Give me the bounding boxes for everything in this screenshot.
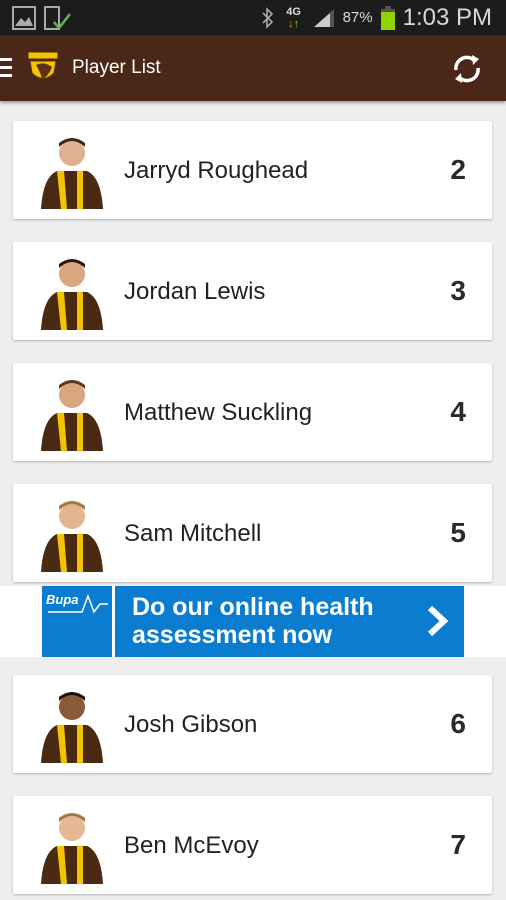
ad-line-1: Do our online health bbox=[132, 593, 374, 621]
player-photo bbox=[41, 501, 103, 572]
status-bar: 4G ↓↑ 87% 1:03 PM bbox=[0, 0, 506, 35]
player-photo bbox=[41, 380, 103, 451]
hamburger-icon[interactable] bbox=[0, 58, 12, 78]
player-photo bbox=[41, 692, 103, 763]
page-title: Player List bbox=[72, 57, 161, 78]
chevron-right-icon bbox=[427, 605, 449, 637]
player-photo bbox=[41, 259, 103, 330]
4g-data-icon: 4G ↓↑ bbox=[283, 6, 305, 30]
battery-percent: 87% bbox=[342, 9, 373, 26]
player-card[interactable]: Matthew Suckling 4 bbox=[13, 363, 492, 461]
player-number: 2 bbox=[450, 154, 466, 185]
player-number: 6 bbox=[450, 708, 466, 739]
ad-text: Do our online health assessment now bbox=[132, 593, 374, 649]
player-card[interactable]: Jarryd Roughead 2 bbox=[13, 121, 492, 219]
player-card[interactable]: Sam Mitchell 5 bbox=[13, 484, 492, 582]
player-card[interactable]: Jordan Lewis 3 bbox=[13, 242, 492, 340]
player-number: 7 bbox=[450, 829, 466, 860]
player-number: 5 bbox=[450, 517, 466, 548]
app-bar: Player List bbox=[0, 35, 506, 101]
ad-banner[interactable]: Bupa Do our online health assessment now bbox=[42, 586, 464, 657]
bluetooth-icon bbox=[262, 6, 273, 29]
player-card[interactable]: Josh Gibson 6 bbox=[13, 675, 492, 773]
player-name: Matthew Suckling bbox=[124, 399, 313, 426]
network-type: 4G bbox=[286, 5, 301, 18]
gallery-icon bbox=[12, 6, 36, 30]
player-name: Josh Gibson bbox=[124, 711, 258, 738]
player-photo bbox=[41, 138, 103, 209]
player-name: Jarryd Roughead bbox=[124, 157, 309, 184]
signal-icon bbox=[313, 8, 334, 27]
refresh-icon[interactable] bbox=[448, 50, 486, 88]
player-card[interactable]: Ben McEvoy 7 bbox=[13, 796, 492, 894]
bupa-logo: Bupa bbox=[42, 586, 115, 657]
player-photo bbox=[41, 813, 103, 884]
player-name: Ben McEvoy bbox=[124, 832, 259, 859]
ad-banner-container: Bupa Do our online health assessment now bbox=[0, 586, 506, 657]
heartbeat-icon bbox=[48, 593, 108, 614]
player-name: Jordan Lewis bbox=[124, 278, 266, 305]
player-name: Sam Mitchell bbox=[124, 520, 262, 547]
download-complete-icon bbox=[44, 6, 71, 30]
hawks-logo bbox=[27, 51, 59, 79]
clock: 1:03 PM bbox=[402, 3, 492, 31]
player-number: 4 bbox=[450, 396, 466, 427]
player-number: 3 bbox=[450, 275, 466, 306]
battery-icon bbox=[380, 5, 395, 30]
ad-line-2: assessment now bbox=[132, 621, 333, 649]
